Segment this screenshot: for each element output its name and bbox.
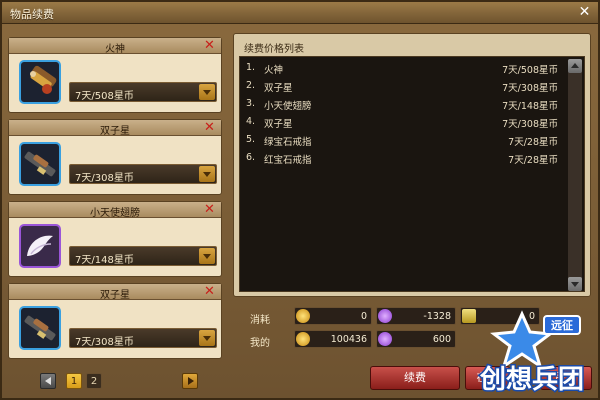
game-logo: 远征 创想兵团 [460,308,600,400]
list-item[interactable]: 3. 小天使翅膀 7天/148星币 [240,95,564,113]
row-name: 双子星 [264,83,293,94]
list-item[interactable]: 2. 双子星 7天/308星币 [240,77,564,95]
title-bar: 物品续费 ✕ [2,2,598,24]
item-card-header: 火神 ✕ [9,38,221,55]
list-item[interactable]: 5. 绿宝石戒指 7天/28星币 [240,131,564,149]
owned-star-box: 600 [376,330,456,348]
twin-gun-icon [19,306,61,350]
twin-gun-icon [19,142,61,186]
row-index: 3. [246,98,256,109]
row-name: 红宝石戒指 [264,155,312,166]
item-card: 火神 ✕ 7天/508星币 [8,37,222,113]
row-index: 6. [246,152,256,163]
item-card-header: 双子星 ✕ [9,120,221,137]
row-index: 5. [246,134,256,145]
chevron-down-icon[interactable] [199,248,215,264]
row-price: 7天/308星币 [502,119,558,130]
cost-label: 消耗 [250,315,270,326]
duration-select[interactable]: 7天/508星币 [69,82,217,102]
chevron-down-icon[interactable] [199,166,215,182]
cost-gold-value: 0 [360,311,367,322]
item-name: 火神 [105,44,125,55]
angel-wing-icon [19,224,61,268]
owned-label: 我的 [250,338,270,349]
chevron-down-icon[interactable] [199,330,215,346]
logo-text: 创想兵团 [479,365,584,395]
duration-value: 7天/308星币 [75,173,134,184]
item-name: 小天使翅膀 [90,208,140,219]
duration-select[interactable]: 7天/308星币 [69,328,217,348]
row-name: 双子星 [264,119,293,130]
duration-value: 7天/308星币 [75,337,134,348]
price-list: 1. 火神 7天/508星币 2. 双子星 7天/308星币 3. 小天使翅膀 … [239,56,585,292]
duration-value: 7天/508星币 [75,91,134,102]
duration-select[interactable]: 7天/148星币 [69,246,217,266]
list-scrollbar[interactable] [568,59,582,291]
duration-select[interactable]: 7天/308星币 [69,164,217,184]
item-name: 双子星 [100,126,130,137]
duration-value: 7天/148星币 [75,255,134,266]
gold-coin-icon [296,332,310,346]
item-card: 小天使翅膀 ✕ 7天/148星币 [8,201,222,277]
list-item[interactable]: 4. 双子星 7天/308星币 [240,113,564,131]
next-page-button[interactable] [182,373,198,389]
owned-star-value: 600 [432,334,451,345]
owned-gold-box: 100436 [294,330,372,348]
star-coin-icon [378,332,392,346]
remove-item-icon[interactable]: ✕ [203,285,216,298]
item-card-header: 双子星 ✕ [9,284,221,301]
scroll-down-icon[interactable] [568,277,582,291]
renew-dialog: 物品续费 ✕ 火神 ✕ 7天/508星币 双子星 ✕ 7天/308星币 小天使翅… [0,0,600,400]
renew-button[interactable]: 续费 [370,366,460,390]
cannon-icon [19,60,61,104]
list-item[interactable]: 6. 红宝石戒指 7天/28星币 [240,149,564,167]
row-name: 小天使翅膀 [264,101,312,112]
page-2-button[interactable]: 2 [86,373,102,389]
close-icon[interactable]: ✕ [577,5,592,20]
remove-item-icon[interactable]: ✕ [203,39,216,52]
price-list-title: 续费价格列表 [244,44,304,55]
price-list-panel: 续费价格列表 1. 火神 7天/508星币 2. 双子星 7天/308星币 3.… [233,33,591,297]
row-index: 2. [246,80,256,91]
row-index: 1. [246,62,256,73]
page-1-button[interactable]: 1 [66,373,82,389]
chevron-down-icon[interactable] [199,84,215,100]
item-name: 双子星 [100,290,130,301]
item-card: 双子星 ✕ 7天/308星币 [8,119,222,195]
row-price: 7天/28星币 [508,155,558,166]
cost-gold-box: 0 [294,307,372,325]
logo-badge-text: 远征 [551,318,573,332]
gold-coin-icon [296,309,310,323]
row-price: 7天/28星币 [508,137,558,148]
cost-star-box: -1328 [376,307,456,325]
row-price: 7天/148星币 [502,101,558,112]
row-index: 4. [246,116,256,127]
item-card-header: 小天使翅膀 ✕ [9,202,221,219]
list-item[interactable]: 1. 火神 7天/508星币 [240,59,564,77]
remove-item-icon[interactable]: ✕ [203,121,216,134]
item-card: 双子星 ✕ 7天/308星币 [8,283,222,359]
row-price: 7天/308星币 [502,83,558,94]
row-price: 7天/508星币 [502,65,558,76]
owned-gold-value: 100436 [330,334,367,345]
scroll-up-icon[interactable] [568,59,582,73]
star-coin-icon [378,309,392,323]
row-name: 绿宝石戒指 [264,137,312,148]
cost-star-value: -1328 [423,311,451,322]
dialog-title: 物品续费 [10,8,54,21]
remove-item-icon[interactable]: ✕ [203,203,216,216]
prev-page-button[interactable] [40,373,56,389]
row-name: 火神 [264,65,284,76]
